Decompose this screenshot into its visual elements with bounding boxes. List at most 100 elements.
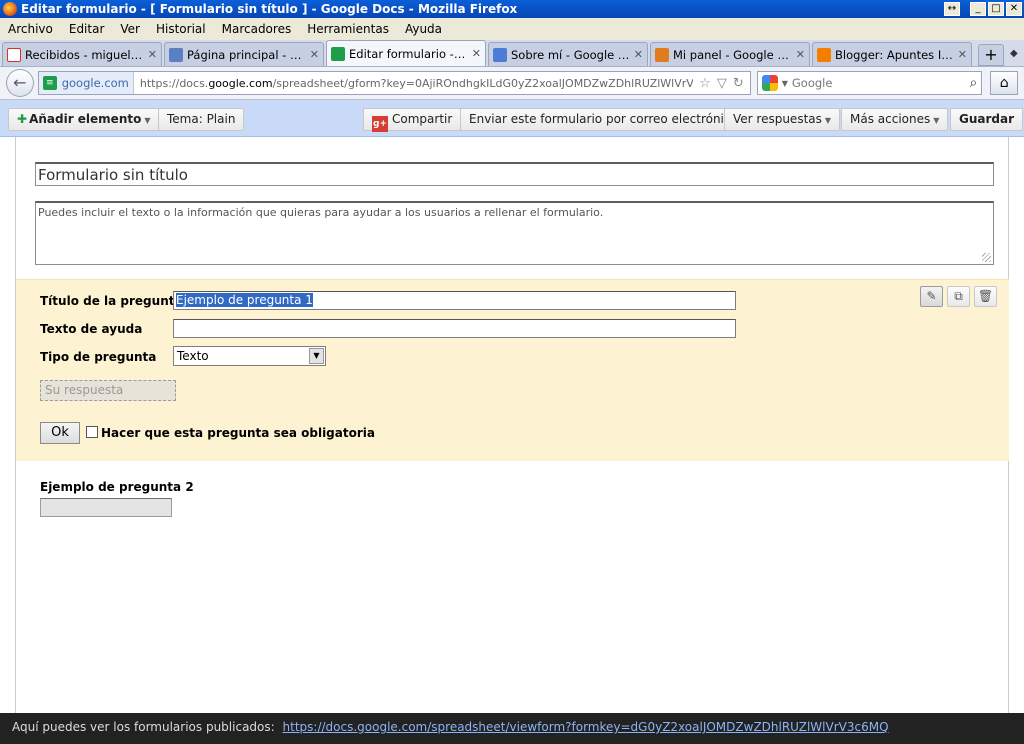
question-type-value: Texto	[177, 349, 209, 363]
tab-gmail[interactable]: Recibidos - miguel.var... ✕	[2, 42, 162, 66]
navigation-bar: ← ≡ google.com https://docs.google.com/s…	[0, 67, 1024, 100]
published-forms-bar: Aquí puedes ver los formularios publicad…	[0, 713, 1024, 744]
question-title-input[interactable]: Ejemplo de pregunta 1	[173, 291, 736, 310]
close-window-button[interactable]: ✕	[1006, 2, 1022, 16]
add-element-label: Añadir elemento	[29, 112, 142, 126]
tab-edit-form[interactable]: Editar formulario - [ Fo... ✕	[326, 40, 486, 66]
edit-pencil-icon[interactable]: ✎	[920, 286, 943, 307]
home-button[interactable]: ⌂	[990, 71, 1019, 95]
url-icons: ☆ ▽ ↻	[693, 76, 750, 91]
search-icon[interactable]: ⌕	[969, 75, 977, 91]
theme-button[interactable]: Tema: Plain	[158, 108, 245, 131]
see-responses-label: Ver respuestas	[733, 112, 822, 126]
site-identity-label: google.com	[61, 76, 129, 90]
chevron-down-icon: ▼	[824, 116, 832, 125]
history-dropdown-icon[interactable]: ▽	[717, 76, 727, 91]
search-input[interactable]: Google	[792, 76, 970, 90]
save-button[interactable]: Guardar	[950, 108, 1024, 131]
chevron-down-icon[interactable]: ▼	[309, 348, 324, 364]
blogger-icon	[817, 47, 831, 62]
menu-ver[interactable]: Ver	[112, 22, 148, 36]
published-form-link[interactable]: https://docs.google.com/spreadsheet/view…	[283, 720, 889, 734]
tab-analytics[interactable]: Mi panel - Google Anal... ✕	[650, 42, 810, 66]
reload-icon[interactable]: ↻	[733, 76, 744, 91]
question-title-value: Ejemplo de pregunta 1	[176, 293, 313, 307]
question-type-label: Tipo de pregunta	[40, 350, 157, 364]
add-element-button[interactable]: ✚ Añadir elemento ▼	[8, 108, 160, 131]
required-checkbox[interactable]	[86, 426, 98, 438]
search-engine-icon[interactable]	[761, 75, 778, 91]
address-bar[interactable]: ≡ google.com https://docs.google.com/spr…	[37, 71, 751, 95]
question2-title[interactable]: Ejemplo de pregunta 2	[40, 480, 194, 494]
share-label: Compartir	[392, 112, 453, 126]
window-title: Editar formulario - [ Formulario sin tít…	[21, 2, 518, 16]
help-text-label: Texto de ayuda	[40, 322, 143, 336]
question-actions: ✎ ⧉ 🗑	[920, 286, 997, 307]
menu-herramientas[interactable]: Herramientas	[299, 22, 397, 36]
close-tab-icon[interactable]: ✕	[634, 48, 643, 61]
delete-trash-icon[interactable]: 🗑	[974, 286, 997, 307]
tab-blogger[interactable]: Blogger: Apuntes I.T - ... ✕	[812, 42, 972, 66]
search-bar[interactable]: ▼ Google ⌕	[756, 71, 983, 95]
firefox-logo-icon	[3, 2, 17, 16]
help-text-input[interactable]	[173, 319, 736, 338]
window-titlebar: Editar formulario - [ Formulario sin tít…	[0, 0, 1024, 18]
url-rest: /spreadsheet/gform?key=0AjiROndhgkILdG0y…	[272, 76, 694, 90]
share-button[interactable]: g+ Compartir	[363, 108, 462, 132]
menu-editar[interactable]: Editar	[61, 22, 113, 36]
form-description-textarea[interactable]: Puedes incluir el texto o la información…	[35, 201, 994, 265]
see-responses-button[interactable]: Ver respuestas ▼	[724, 108, 841, 131]
chevron-down-icon: ▼	[144, 116, 151, 125]
analytics-icon	[655, 47, 669, 62]
question2-answer-field[interactable]	[40, 498, 172, 517]
plus-icon: ✚	[17, 112, 28, 126]
url-text[interactable]: https://docs.google.com/spreadsheet/gfor…	[134, 77, 693, 90]
tab-label: Editar formulario - [ Fo...	[349, 46, 468, 61]
close-tab-icon[interactable]: ✕	[310, 48, 319, 61]
form-toolbar: ✚ Añadir elemento ▼ Tema: Plain g+ Comparti…	[0, 100, 1024, 137]
url-domain: google.com	[208, 76, 273, 90]
new-tab-button[interactable]: +	[978, 44, 1004, 66]
duplicate-icon[interactable]: ⧉	[947, 286, 970, 307]
tab-label: Página principal - Goog...	[187, 47, 306, 62]
window-controls: ↔ _ □ ✕	[944, 2, 1022, 16]
question-title-label: Título de la pregunta	[40, 294, 183, 308]
more-actions-label: Más acciones	[850, 112, 931, 126]
menu-marcadores[interactable]: Marcadores	[214, 22, 300, 36]
ok-button[interactable]: Ok	[40, 422, 80, 444]
bookmark-star-icon[interactable]: ☆	[699, 76, 711, 91]
close-tab-icon[interactable]: ✕	[958, 48, 967, 61]
required-label: Hacer que esta pregunta sea obligatoria	[101, 426, 375, 440]
google-plus-icon: g+	[372, 116, 388, 132]
doc-icon	[169, 47, 183, 62]
chevron-down-icon[interactable]: ▼	[782, 79, 788, 88]
list-tabs-icon[interactable]: ◆	[1010, 44, 1018, 66]
email-form-button[interactable]: Enviar este formulario por correo electr…	[460, 108, 747, 131]
resize-grip-icon[interactable]	[982, 253, 991, 262]
question-type-select[interactable]: Texto ▼	[173, 346, 326, 366]
restore-size-button[interactable]: ↔	[944, 2, 960, 16]
menu-ayuda[interactable]: Ayuda	[397, 22, 450, 36]
minimize-button[interactable]: _	[970, 2, 986, 16]
close-tab-icon[interactable]: ✕	[472, 47, 481, 60]
close-tab-icon[interactable]: ✕	[796, 48, 805, 61]
tab-label: Blogger: Apuntes I.T - ...	[835, 47, 954, 62]
published-forms-text: Aquí puedes ver los formularios publicad…	[12, 720, 275, 734]
tab-docs-home[interactable]: Página principal - Goog... ✕	[164, 42, 324, 66]
maximize-button[interactable]: □	[988, 2, 1004, 16]
menu-bar: Archivo Editar Ver Historial Marcadores …	[0, 18, 1024, 40]
site-identity[interactable]: ≡ google.com	[38, 72, 134, 94]
form-title-input[interactable]: Formulario sin título	[35, 162, 994, 186]
menu-archivo[interactable]: Archivo	[0, 22, 61, 36]
form-editor: Formulario sin título Puedes incluir el …	[15, 137, 1009, 713]
back-button[interactable]: ←	[6, 69, 34, 97]
menu-historial[interactable]: Historial	[148, 22, 214, 36]
tab-label: Sobre mí - Google Docs	[511, 47, 630, 62]
form-description-text: Puedes incluir el texto o la información…	[38, 206, 604, 219]
tab-label: Recibidos - miguel.var...	[25, 47, 144, 62]
more-actions-button[interactable]: Más acciones ▼	[841, 108, 949, 131]
url-prefix: https://docs.	[139, 76, 209, 90]
tab-sobre-mi[interactable]: Sobre mí - Google Docs ✕	[488, 42, 648, 66]
close-tab-icon[interactable]: ✕	[148, 48, 157, 61]
tab-label: Mi panel - Google Anal...	[673, 47, 792, 62]
